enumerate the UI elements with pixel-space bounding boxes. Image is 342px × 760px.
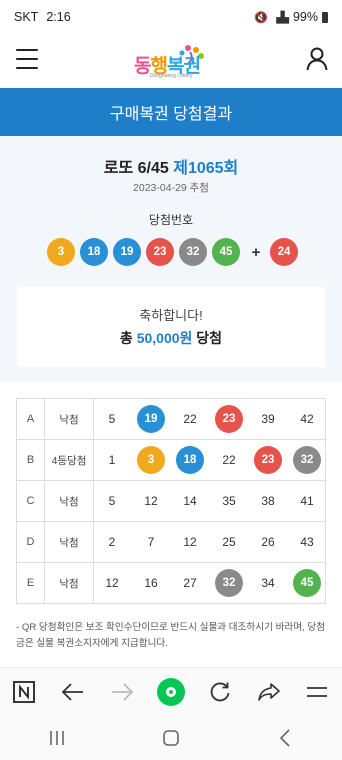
winning-numbers-label: 당첨번호 xyxy=(148,213,194,227)
ticket-number: 16 xyxy=(144,576,158,590)
bonus-ball: 24 xyxy=(270,238,298,266)
ticket-number: 25 xyxy=(222,535,236,549)
recent-apps-icon[interactable] xyxy=(41,722,73,754)
page-title: 구매복권 당첨결과 xyxy=(0,88,342,136)
matched-number: 23 xyxy=(254,446,282,474)
game-letter: D xyxy=(16,521,45,563)
user-icon[interactable] xyxy=(306,47,328,71)
result-rank: 낙첨 xyxy=(44,480,94,522)
clock: 2:16 xyxy=(46,10,71,24)
matched-number: 23 xyxy=(215,405,243,433)
home-button-icon[interactable] xyxy=(155,722,187,754)
winning-ball: 18 xyxy=(80,238,108,266)
ticket-number: 38 xyxy=(261,494,275,508)
winning-numbers: 3 18 19 23 32 45 + 24 xyxy=(47,238,303,266)
ticket-number: 12 xyxy=(105,576,119,590)
result-rank: 4등당첨 xyxy=(44,439,94,481)
matched-number: 3 xyxy=(137,446,165,474)
winning-ball: 19 xyxy=(113,238,141,266)
ticket-numbers: 1 3 18 22 23 32 xyxy=(93,439,326,481)
back-button-icon[interactable] xyxy=(269,722,301,754)
notice-text: - QR 당첨확인은 보조 확인수단이므로 반드시 실물과 대조하시기 바라며,… xyxy=(16,622,326,649)
ticket-row: E 낙첨 12 16 27 32 34 45 xyxy=(16,562,326,604)
refresh-icon[interactable] xyxy=(204,676,236,708)
ticket-row: C 낙첨 5 12 14 35 38 41 xyxy=(16,480,326,522)
carrier-label: SKT xyxy=(14,10,39,24)
ticket-number: 5 xyxy=(108,494,116,508)
ticket-row: B 4등당첨 1 3 18 22 23 32 xyxy=(16,439,326,481)
ticket-number: 22 xyxy=(222,453,236,467)
plus-sign: + xyxy=(251,243,261,261)
draw-date: 2023-04-29 추첨 xyxy=(133,182,209,194)
mute-icon: 🔇 xyxy=(254,11,269,24)
ticket-numbers: 12 16 27 32 34 45 xyxy=(93,562,326,604)
back-arrow-icon[interactable] xyxy=(57,676,89,708)
logo-subtext: Donghaeng Lottery xyxy=(150,73,193,79)
battery-percent: 99% xyxy=(292,10,318,24)
ticket-number: 34 xyxy=(261,576,275,590)
more-menu-icon[interactable] xyxy=(301,676,333,708)
ticket-row: D 낙첨 2 7 12 25 26 43 xyxy=(16,521,326,563)
ticket-number: 27 xyxy=(183,576,197,590)
draw-title: 로또 6/45 제1065회 xyxy=(0,154,342,178)
lotto-name: 로또 6/45 xyxy=(103,160,169,177)
matched-number: 18 xyxy=(176,446,204,474)
game-letter: C xyxy=(16,480,45,522)
menu-icon[interactable] xyxy=(16,49,38,69)
winning-ball: 45 xyxy=(212,238,240,266)
ticket-number: 41 xyxy=(300,494,314,508)
ticket-number: 26 xyxy=(261,535,275,549)
browser-toolbar xyxy=(0,667,342,715)
matched-number: 32 xyxy=(293,446,321,474)
draw-round: 제1065회 xyxy=(173,160,239,177)
ticket-numbers: 5 19 22 23 39 42 xyxy=(93,398,326,440)
prize-box: 축하합니다! 총 50,000원 당첨 xyxy=(17,287,325,367)
game-letter: E xyxy=(16,562,45,604)
matched-number: 32 xyxy=(215,569,243,597)
game-letter: A xyxy=(16,398,45,440)
result-rank: 낙첨 xyxy=(44,521,94,563)
game-letter: B xyxy=(16,439,45,481)
congrats-text: 축하합니다! xyxy=(139,308,203,323)
prize-summary: 총 50,000원 당첨 xyxy=(119,330,223,346)
result-rank: 낙첨 xyxy=(44,398,94,440)
ticket-table: A 낙첨 5 19 22 23 39 42 B 4등당첨 1 3 18 22 23 32 C 낙첨 5 12 14 35 3… xyxy=(16,398,326,604)
result-rank: 낙첨 xyxy=(44,562,94,604)
ticket-number: 39 xyxy=(261,412,275,426)
app-header: 동행복권 Donghaeng Lottery xyxy=(0,34,342,88)
ticket-number: 1 xyxy=(108,453,116,467)
ticket-number: 42 xyxy=(300,412,314,426)
home-icon[interactable] xyxy=(155,676,187,708)
system-nav-bar xyxy=(0,715,342,760)
matched-number: 19 xyxy=(137,405,165,433)
share-icon[interactable] xyxy=(253,676,285,708)
naver-icon[interactable] xyxy=(8,676,40,708)
winning-ball: 32 xyxy=(179,238,207,266)
winning-ball: 23 xyxy=(146,238,174,266)
forward-arrow-icon[interactable] xyxy=(106,676,138,708)
ticket-number: 12 xyxy=(183,535,197,549)
dhlottery-logo[interactable]: 동행복권 Donghaeng Lottery xyxy=(132,42,212,82)
ticket-number: 14 xyxy=(183,494,197,508)
prize-amount: 50,000원 xyxy=(136,330,193,346)
ticket-number: 7 xyxy=(147,535,155,549)
matched-number: 45 xyxy=(293,569,321,597)
ticket-number: 12 xyxy=(144,494,158,508)
status-bar: SKT 2:16 🔇 ▗▙ 99% xyxy=(0,0,342,34)
winning-ball: 3 xyxy=(47,238,75,266)
ticket-row: A 낙첨 5 19 22 23 39 42 xyxy=(16,398,326,440)
ticket-number: 35 xyxy=(222,494,236,508)
ticket-numbers: 5 12 14 35 38 41 xyxy=(93,480,326,522)
ticket-numbers: 2 7 12 25 26 43 xyxy=(93,521,326,563)
ticket-number: 43 xyxy=(300,535,314,549)
signal-icon: ▗▙ xyxy=(272,11,289,24)
ticket-number: 2 xyxy=(108,535,116,549)
ticket-number: 22 xyxy=(183,412,197,426)
battery-icon xyxy=(322,11,328,23)
ticket-number: 5 xyxy=(108,412,116,426)
